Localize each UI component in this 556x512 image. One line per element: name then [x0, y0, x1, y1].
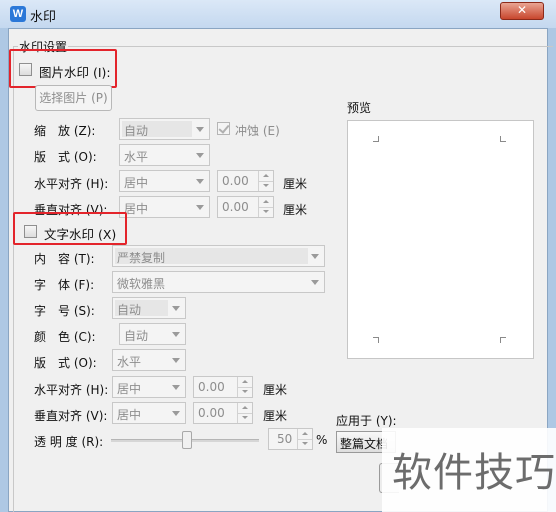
text-watermark-label[interactable]: 文字水印 (X)	[44, 224, 116, 243]
transparency-label: 透 明 度 (R):	[34, 435, 104, 449]
text-valign-combo[interactable]: 居中	[112, 402, 186, 424]
picture-halign-combo[interactable]: 居中	[119, 170, 210, 192]
scale-label: 缩 放 (Z):	[34, 124, 96, 138]
spin-down-icon[interactable]	[258, 181, 273, 191]
margin-corner-mark	[500, 136, 506, 142]
scale-combo[interactable]: 自动	[119, 118, 210, 140]
spin-down-icon[interactable]	[297, 439, 312, 449]
text-layout-label: 版 式 (O):	[34, 356, 97, 370]
chevron-down-icon	[191, 171, 209, 191]
picture-layout-combo[interactable]: 水平	[119, 144, 210, 166]
spin-down-icon[interactable]	[237, 387, 252, 397]
preview-panel	[347, 120, 534, 359]
washout-label: 冲蚀 (E)	[235, 124, 280, 138]
text-layout-combo[interactable]: 水平	[112, 349, 186, 371]
washout-checkbox[interactable]	[217, 122, 230, 135]
picture-valign-unit: 厘米	[283, 203, 308, 217]
color-combo[interactable]: 自动	[119, 323, 186, 345]
font-label: 字 体 (F):	[34, 278, 95, 292]
spin-down-icon[interactable]	[258, 207, 273, 217]
chevron-down-icon	[191, 119, 209, 139]
spin-down-icon[interactable]	[237, 413, 252, 423]
picture-layout-label: 版 式 (O):	[34, 150, 97, 164]
text-valign-offset[interactable]: 0.00	[193, 402, 253, 424]
transparency-unit: %	[316, 433, 328, 447]
preview-label: 预览	[347, 101, 372, 115]
chevron-down-icon	[167, 377, 185, 397]
select-picture-button[interactable]: 选择图片 (P)	[35, 85, 112, 111]
transparency-slider-thumb[interactable]	[182, 431, 192, 449]
margin-corner-mark	[373, 337, 379, 343]
chevron-down-icon	[167, 350, 185, 370]
font-combo[interactable]: 微软雅黑	[112, 271, 325, 293]
color-label: 颜 色 (C):	[34, 330, 96, 344]
margin-corner-mark	[500, 337, 506, 343]
picture-watermark-checkbox[interactable]	[19, 63, 32, 76]
close-button[interactable]: ✕	[500, 2, 544, 20]
picture-watermark-label[interactable]: 图片水印 (I):	[39, 62, 111, 81]
picture-valign-offset[interactable]: 0.00	[217, 196, 274, 218]
picture-halign-label: 水平对齐 (H):	[34, 177, 109, 191]
dialog-title: 水印	[30, 10, 57, 25]
chevron-down-icon	[306, 272, 324, 292]
text-halign-label: 水平对齐 (H):	[34, 383, 109, 397]
picture-halign-unit: 厘米	[283, 177, 308, 191]
text-halign-combo[interactable]: 居中	[112, 376, 186, 398]
text-halign-offset[interactable]: 0.00	[193, 376, 253, 398]
content-label: 内 容 (T):	[34, 252, 95, 266]
transparency-spin[interactable]: 50	[268, 428, 313, 450]
chevron-down-icon	[167, 298, 185, 318]
text-valign-unit: 厘米	[263, 409, 288, 423]
text-halign-unit: 厘米	[263, 383, 288, 397]
picture-halign-offset[interactable]: 0.00	[217, 170, 274, 192]
site-watermark-text: 软件技巧	[392, 450, 556, 496]
chevron-down-icon	[191, 197, 209, 217]
chevron-down-icon	[167, 324, 185, 344]
text-valign-label: 垂直对齐 (V):	[34, 409, 108, 423]
wps-writer-icon: W	[10, 6, 26, 22]
content-combo[interactable]: 严禁复制	[112, 245, 325, 267]
chevron-down-icon	[306, 246, 324, 266]
spin-up-icon[interactable]	[258, 197, 273, 207]
apply-to-label: 应用于 (Y):	[336, 414, 397, 428]
spin-up-icon[interactable]	[297, 429, 312, 439]
size-combo[interactable]: 自动	[112, 297, 186, 319]
spin-up-icon[interactable]	[237, 377, 252, 387]
spin-up-icon[interactable]	[258, 171, 273, 181]
picture-valign-combo[interactable]: 居中	[119, 196, 210, 218]
size-label: 字 号 (S):	[34, 304, 95, 318]
title-bar: W 水印 ✕	[0, 0, 556, 28]
chevron-down-icon	[167, 403, 185, 423]
text-watermark-checkbox[interactable]	[24, 225, 37, 238]
margin-corner-mark	[373, 136, 379, 142]
spin-up-icon[interactable]	[237, 403, 252, 413]
chevron-down-icon	[191, 145, 209, 165]
